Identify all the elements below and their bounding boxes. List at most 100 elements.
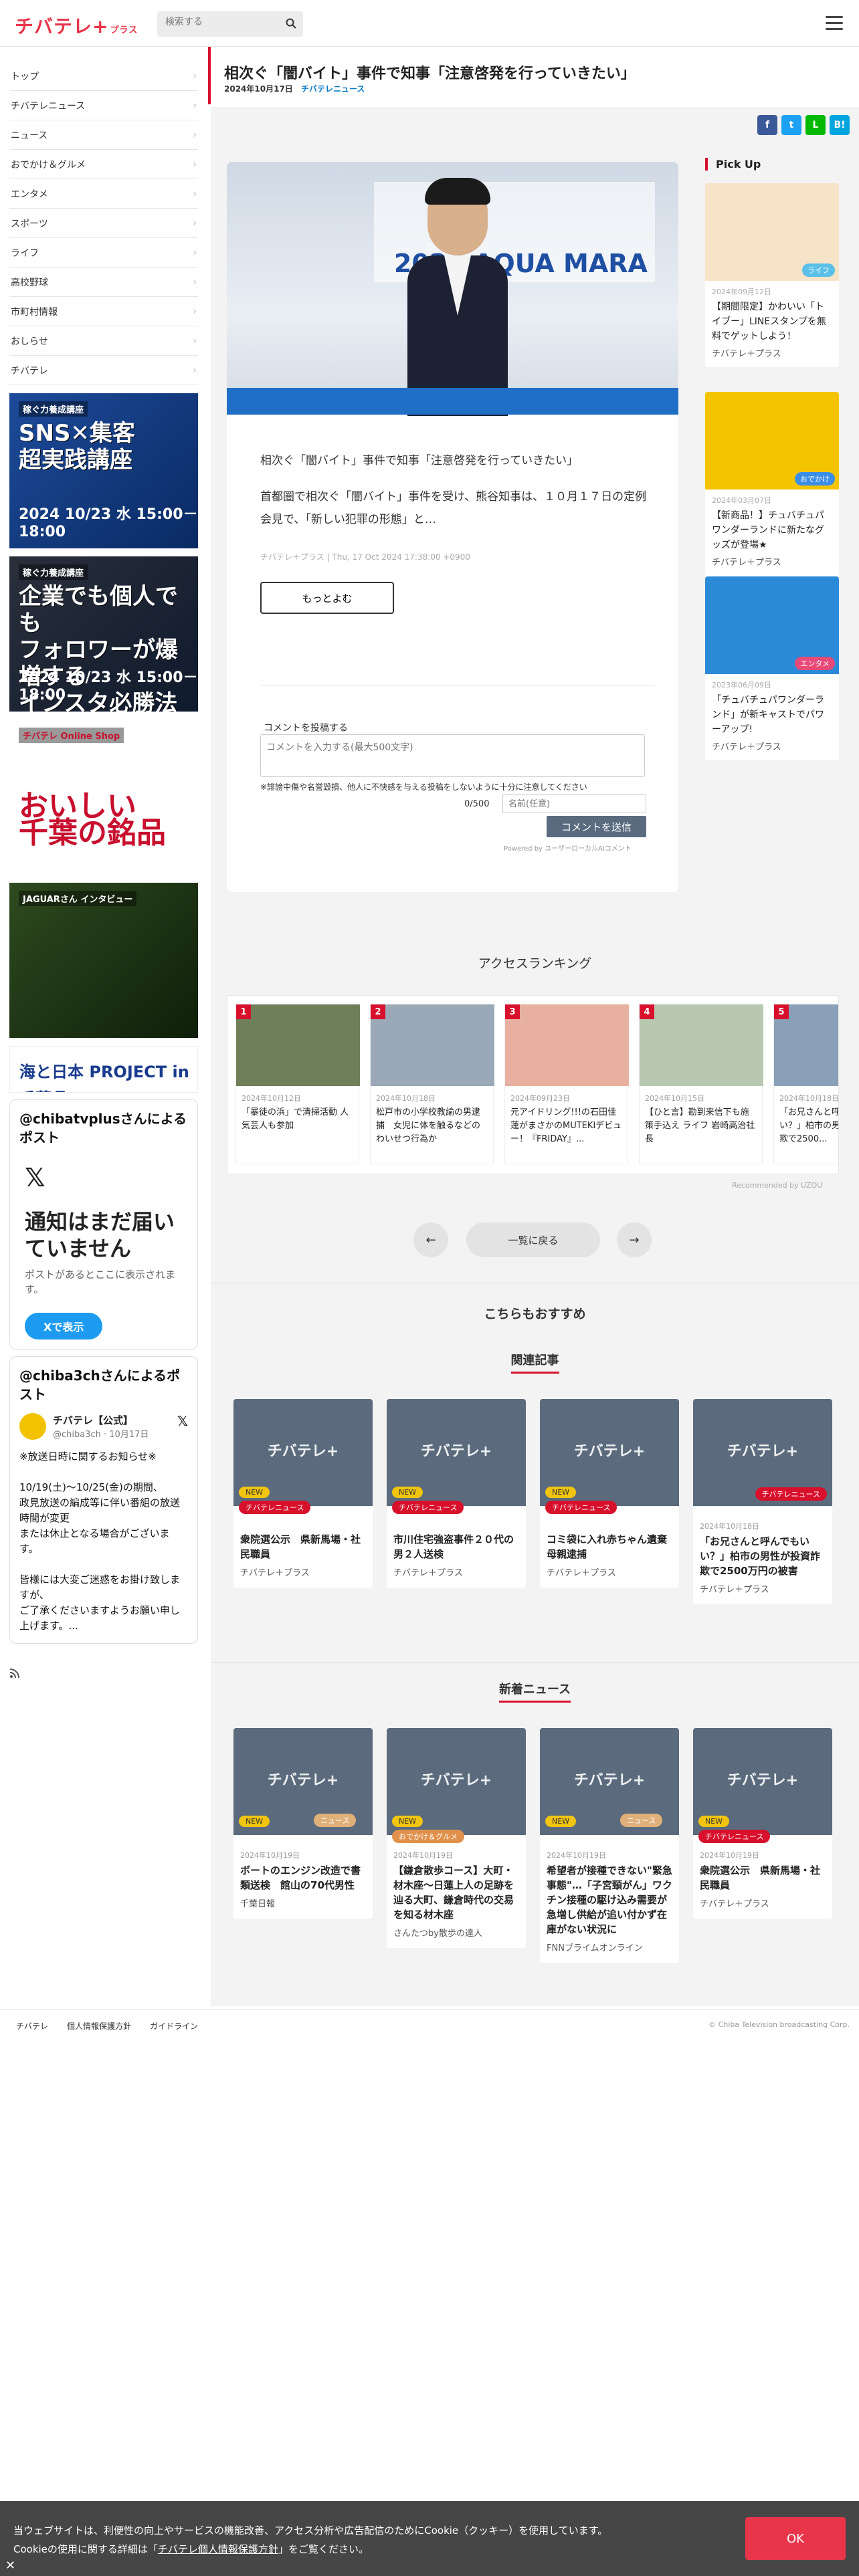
sidebar-banner[interactable]: 稼ぐ力養成講座 企業でも個人でも フォロワーが爆増する インスタ必勝法 2024 1… [9, 556, 198, 712]
x-logo-icon[interactable]: 𝕏 [177, 1413, 188, 1429]
comment-powered-by[interactable]: Powered by ユーザーローカルAIコメント [504, 843, 632, 853]
related-card[interactable]: チバテレ+ NEW チバテレニュース コミ袋に入れ赤ちゃん遺棄 母親逮捕 チバテレ＋プ… [540, 1399, 679, 1588]
footer-link-privacy[interactable]: 個人情報保護方針 [67, 2020, 131, 2032]
ranking-image[interactable]: 4 [640, 1004, 763, 1086]
read-more-button[interactable]: もっとよむ [260, 582, 394, 614]
footer-link-chibatele[interactable]: チバテレ [16, 2020, 48, 2032]
sidebar-item[interactable]: ライフ › [9, 238, 198, 267]
card-title[interactable]: 衆院選公示 県新馬場・社民職員 [700, 1863, 826, 1893]
twitter-share-icon[interactable]: t [781, 115, 801, 135]
card-title[interactable]: 【鎌倉散歩コース】大町・材木座〜日蓮上人の足跡を辿る大町、鎌倉時代の交易を知る材… [393, 1863, 519, 1922]
pickup-image[interactable]: ライフ [705, 183, 839, 281]
card-thumbnail[interactable]: チバテレ+ NEW ニュース [540, 1728, 679, 1835]
ranking-image[interactable]: 5 [774, 1004, 838, 1086]
sidebar-item[interactable]: おしらせ › [9, 326, 198, 356]
ranking-item[interactable]: 2 2024年10月18日 松戸市の小学校教諭の男逮捕 女児に体を触るなどのわいせつ… [370, 1004, 494, 1164]
news-card[interactable]: チバテレ+ NEW ニュース 2024年10月19日 希望者が接種できない"緊急事態"…… [540, 1728, 679, 1963]
ranking-title[interactable]: 「お兄さんと呼んでもいい？」柏市の男性が投資詐欺で2500... [779, 1106, 838, 1146]
pickup-title[interactable]: 【新商品！】チュバチュパワンダーランドに新たなグッズが登場★ [712, 508, 832, 552]
sidebar-item[interactable]: ニュース › [9, 120, 198, 150]
ranking-image[interactable]: 1 [236, 1004, 360, 1086]
privacy-policy-link[interactable]: チバテレ個人情報保護方針 [158, 2543, 278, 2555]
card-title[interactable]: コミ袋に入れ赤ちゃん遺棄 母親逮捕 [547, 1532, 677, 1562]
sidebar-item[interactable]: チバテレ › [9, 356, 198, 385]
facebook-share-icon[interactable]: f [757, 115, 777, 135]
article-hero-image[interactable]: 2024 AQUA MARA [227, 162, 678, 416]
line-share-icon[interactable]: L [805, 115, 826, 135]
ranking-item[interactable]: 1 2024年10月12日 「暴徒の浜」で清掃活動 人気芸人も参加 [235, 1004, 360, 1164]
x-embed-chiba3ch: @chiba3chさんによるポスト チバテレ【公式】 @chiba3ch · 1… [9, 1356, 198, 1644]
comment-textarea[interactable] [260, 734, 645, 777]
article-category-link[interactable]: チバテレニュース [301, 84, 365, 94]
close-icon[interactable]: ✕ [5, 2559, 15, 2573]
hamburger-menu-icon[interactable] [826, 16, 843, 31]
sidebar-item[interactable]: チバテレニュース › [9, 91, 198, 120]
ranking-image[interactable]: 3 [505, 1004, 629, 1086]
ranking-item[interactable]: 4 2024年10月15日 【ひと言】勘到来信下も施策手込え ライフ 岩崎高治社長 [639, 1004, 763, 1164]
cookie-ok-button[interactable]: OK [745, 2517, 846, 2560]
sidebar-banner[interactable]: チバテレ Online Shop おいしい 千葉の銘品 [9, 720, 198, 875]
comment-name-field[interactable] [502, 794, 646, 813]
sidebar-banner[interactable]: JAGUARさん インタビュー [9, 883, 198, 1038]
pickup-image[interactable]: おでかけ [705, 392, 839, 490]
tweet-author[interactable]: チバテレ【公式】 @chiba3ch · 10月17日 [19, 1413, 188, 1440]
card-thumbnail[interactable]: チバテレ+ NEW チバテレニュース [387, 1399, 526, 1514]
news-card[interactable]: チバテレ+ NEW おでかけ＆グルメ 2024年10月19日 【鎌倉散歩コース】大町・材… [387, 1728, 526, 1948]
related-card[interactable]: チバテレ+ チバテレニュース 2024年10月18日 「お兄さんと呼んでもいい？」柏市… [693, 1399, 832, 1604]
card-title[interactable]: ボートのエンジン改造で書類送検 館山の70代男性 [240, 1863, 366, 1893]
comment-submit-button[interactable]: コメントを送信 [547, 816, 646, 837]
sidebar-banner[interactable]: 海と日本 PROJECT in 千葉県 [9, 1046, 198, 1093]
sidebar-item[interactable]: トップ › [9, 62, 198, 91]
page-title: 相次ぐ「闇バイト」事件で知事「注意啓発を行っていきたい」 [224, 66, 636, 82]
related-card[interactable]: チバテレ+ NEW チバテレニュース 市川住宅強盗事件２０代の男２人送検 チバテレ＋プ… [387, 1399, 526, 1588]
hatena-bookmark-icon[interactable]: B! [830, 115, 850, 135]
search-icon[interactable] [286, 18, 296, 29]
article-summary-title[interactable]: 相次ぐ「闇バイト」事件で知事「注意啓発を行っていきたい」 [260, 451, 578, 467]
card-thumbnail[interactable]: チバテレ+ チバテレニュース [693, 1399, 832, 1506]
pickup-card[interactable]: おでかけ 2024年03月07日 【新商品！】チュバチュパワンダーランドに新たなグッ… [705, 392, 839, 576]
pickup-image[interactable]: エンタメ [705, 576, 839, 674]
prev-article-button[interactable]: ← [413, 1222, 448, 1257]
rss-icon[interactable] [9, 1668, 198, 1682]
card-title[interactable]: 市川住宅強盗事件２０代の男２人送検 [393, 1532, 519, 1562]
view-on-x-button[interactable]: Xで表示 [25, 1313, 103, 1339]
thumbnail-logo: チバテレ+ [420, 1443, 492, 1460]
card-title[interactable]: 「お兄さんと呼んでもいい？」柏市の男性が投資詐欺で2500万円の被害 [700, 1534, 826, 1578]
card-thumbnail[interactable]: チバテレ+ NEW チバテレニュース [233, 1399, 373, 1514]
related-card[interactable]: チバテレ+ NEW チバテレニュース 衆院選公示 県新馬場・社民職員 チバテレ＋プラス [233, 1399, 373, 1588]
ranking-item[interactable]: 3 2024年09月23日 元アイドリング!!!の石田佳蓮がまさかのMUTEKIデビ… [504, 1004, 629, 1164]
site-logo[interactable]: チバテレ+ プラス [15, 12, 138, 39]
footer-link-guideline[interactable]: ガイドライン [150, 2020, 198, 2032]
card-thumbnail[interactable]: チバテレ+ NEW チバテレニュース [540, 1399, 679, 1514]
pickup-card[interactable]: ライフ 2024年09月12日 【期間限定】かわいい「トイブー」LINEスタンプを無… [705, 183, 839, 367]
back-to-list-button[interactable]: 一覧に戻る [466, 1222, 600, 1257]
sidebar-item[interactable]: スポーツ › [9, 209, 198, 238]
card-title[interactable]: 衆院選公示 県新馬場・社民職員 [240, 1532, 366, 1562]
pickup-card[interactable]: エンタメ 2023年06月09日 「チュバチュパワンダーランド」が新キャストでパワー… [705, 576, 839, 760]
card-thumbnail[interactable]: チバテレ+ NEW チバテレニュース [693, 1728, 832, 1843]
ranking-title[interactable]: 【ひと言】勘到来信下も施策手込え ライフ 岩崎高治社長 [645, 1106, 757, 1146]
next-article-button[interactable]: → [617, 1222, 652, 1257]
pickup-title[interactable]: 【期間限定】かわいい「トイブー」LINEスタンプを無料でゲットしよう！ [712, 300, 832, 344]
ranking-title[interactable]: 「暴徒の浜」で清掃活動 人気芸人も参加 [242, 1106, 353, 1146]
news-card[interactable]: チバテレ+ NEW チバテレニュース 2024年10月19日 衆院選公示 県新馬場・社民… [693, 1728, 832, 1919]
sidebar-banner[interactable]: 稼ぐ力養成講座 SNS✕集客 超実践講座 2024 10/23 水 15:00－18… [9, 393, 198, 548]
avatar[interactable] [19, 1413, 46, 1440]
ranking-title[interactable]: 松戸市の小学校教諭の男逮捕 女児に体を触るなどのわいせつ行為か [376, 1106, 488, 1146]
card-thumbnail[interactable]: チバテレ+ NEW ニュース [233, 1728, 373, 1835]
sidebar-item[interactable]: エンタメ › [9, 179, 198, 209]
ranking-image[interactable]: 2 [371, 1004, 494, 1086]
category-tag: ニュース [620, 1814, 663, 1827]
ranking-item[interactable]: 5 2024年10月18日「お兄さんと呼んでもいい？」柏市の男性が投資詐欺で250… [773, 1004, 838, 1164]
sidebar-item[interactable]: おでかけ＆グルメ › [9, 150, 198, 179]
recommended-by[interactable]: Recommended by UZOU [732, 1181, 822, 1190]
pickup-title[interactable]: 「チュバチュパワンダーランド」が新キャストでパワーアップ! [712, 693, 832, 737]
sidebar-item[interactable]: 市町村情報 › [9, 297, 198, 326]
search-input[interactable] [165, 17, 279, 27]
card-thumbnail[interactable]: チバテレ+ NEW おでかけ＆グルメ [387, 1728, 526, 1843]
news-card[interactable]: チバテレ+ NEW ニュース 2024年10月19日 ボートのエンジン改造で書類送検 館… [233, 1728, 373, 1919]
category-tag: おでかけ＆グルメ [392, 1830, 464, 1843]
card-title[interactable]: 希望者が接種できない"緊急事態"…「子宮頸がん」ワクチン接種の駆け込み需要が急増… [547, 1863, 672, 1937]
ranking-title[interactable]: 元アイドリング!!!の石田佳蓮がまさかのMUTEKIデビュー！『FRIDAY』.… [510, 1106, 622, 1146]
sidebar-item[interactable]: 高校野球 › [9, 267, 198, 297]
